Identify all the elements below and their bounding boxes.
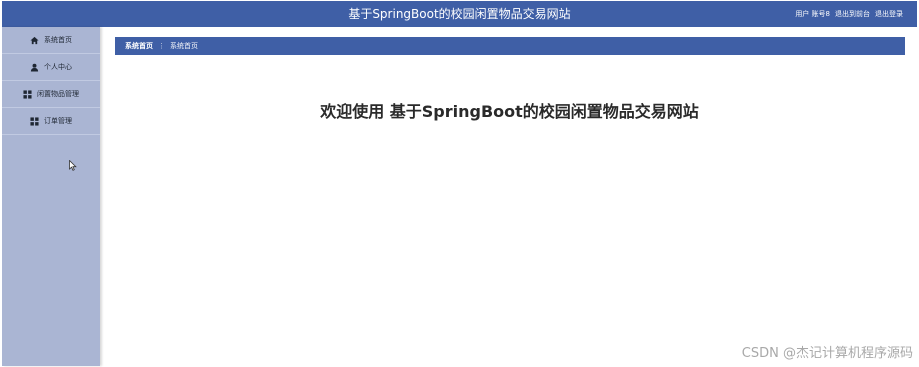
sidebar-item-label: 个人中心 [44, 63, 72, 71]
sidebar-item-orders[interactable]: 订单管理 [2, 108, 100, 135]
back-to-front-link[interactable]: 退出到前台 [835, 1, 870, 27]
user-icon [30, 63, 39, 72]
logout-link[interactable]: 退出登录 [875, 1, 903, 27]
site-title: 基于SpringBoot的校园闲置物品交易网站 [348, 7, 571, 21]
welcome-heading: 欢迎使用 基于SpringBoot的校园闲置物品交易网站 [320, 102, 699, 121]
breadcrumb-separator-icon: ⋮ [158, 42, 165, 50]
sidebar: 系统首页 个人中心 闲置物品管理 订单管理 [2, 27, 100, 366]
grid-icon [30, 116, 39, 126]
sidebar-item-idle-goods[interactable]: 闲置物品管理 [2, 81, 100, 108]
breadcrumb-home-link[interactable]: 系统首页 [125, 41, 153, 51]
sidebar-item-label: 订单管理 [44, 117, 72, 125]
breadcrumb: 系统首页 ⋮ 系统首页 [115, 37, 905, 55]
current-user-label: 用户 账号8 [795, 10, 830, 18]
breadcrumb-current: 系统首页 [170, 42, 198, 50]
sidebar-item-label: 系统首页 [44, 36, 72, 44]
app-window: 基于SpringBoot的校园闲置物品交易网站 用户 账号8 退出到前台 退出登… [0, 0, 919, 367]
sidebar-item-label: 闲置物品管理 [37, 90, 79, 98]
header-actions: 用户 账号8 退出到前台 退出登录 [795, 1, 903, 27]
grid-icon [23, 89, 32, 99]
mouse-cursor-icon [69, 156, 77, 171]
home-icon [30, 36, 39, 45]
watermark: CSDN @杰记计算机程序源码 [741, 346, 913, 361]
top-header: 基于SpringBoot的校园闲置物品交易网站 用户 账号8 退出到前台 退出登… [2, 1, 917, 27]
sidebar-item-profile[interactable]: 个人中心 [2, 54, 100, 81]
sidebar-item-home[interactable]: 系统首页 [2, 27, 100, 54]
